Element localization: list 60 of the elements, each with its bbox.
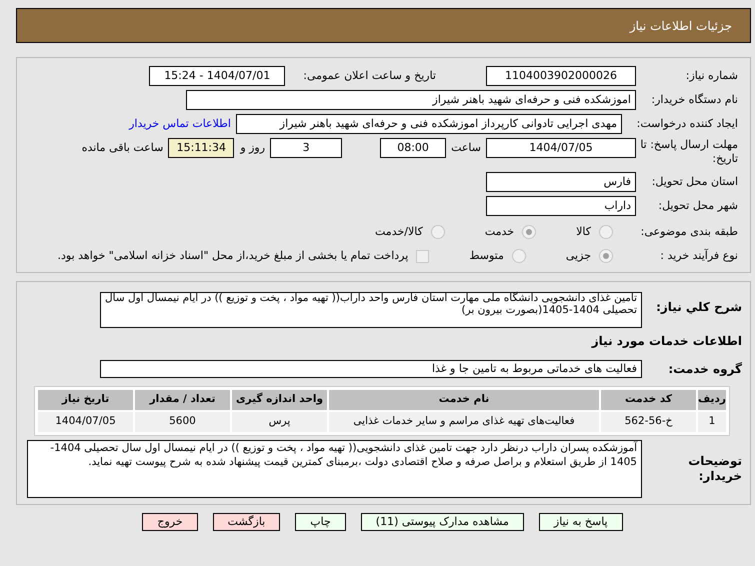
field-label: کالا/خدمت — [375, 224, 423, 240]
radio-button[interactable] — [522, 225, 536, 239]
column-header: کد خدمت — [601, 390, 696, 410]
field-label: استان محل تحویل: — [650, 174, 738, 190]
field-label: جزیی — [566, 248, 591, 264]
table-cell: فعالیت‌های تهیه غذای مراسم و سایر خدمات غذایی — [329, 412, 599, 432]
field-label: نام دستگاه خریدار: — [650, 92, 738, 108]
radio-button[interactable] — [599, 249, 613, 263]
announce-date-field: 1404/07/01 - 15:24 — [149, 66, 286, 86]
field-label: روز و — [240, 140, 266, 156]
buyer-notes-textarea[interactable]: آموزشکده پسران داراب درنظر دارد جهت تامین غذای دانشجویی(( تهیه مواد ، پخت و توزیع )) در ایام نیمسال اول سال تحصیلی 1404-1405 از طریق استعلام و براصل صرفه و صلاح اقتصادی دولت ،برمبنای کمترین قیمت پیشنهاد شده به شرح پیوست تهیه نماید. — [27, 440, 642, 498]
radio-button[interactable] — [430, 225, 445, 239]
table-cell: 1 — [698, 412, 726, 432]
field-label: مهلت ارسال پاسخ: تا تاریخ: — [639, 138, 738, 166]
field-label: شماره نیاز: — [684, 68, 738, 84]
deadline-time-field: 08:00 — [380, 138, 446, 158]
buyer-contact-link[interactable]: اطلاعات تماس خریدار — [129, 116, 231, 132]
remaining-time-field: 15:11:34 — [168, 138, 234, 158]
action-button[interactable]: پاسخ به نیاز — [538, 513, 623, 531]
checkbox[interactable] — [416, 250, 430, 262]
field-label: شرح کلي نياز: — [655, 299, 742, 316]
buyer-org-field: اموزشکده فنی و حرفه‌ای شهید باهنر شیراز — [186, 90, 636, 110]
field-label: ایجاد کننده درخواست: — [636, 116, 738, 132]
field-label: طبقه بندی موضوعی: — [640, 224, 738, 240]
action-button[interactable]: مشاهده مدارک پیوستی (11) — [360, 513, 524, 531]
radio-button[interactable] — [512, 249, 526, 263]
column-header: تعداد / مقدار — [135, 390, 230, 410]
field-label: خدمت — [484, 224, 514, 240]
action-button[interactable]: چاپ — [295, 513, 346, 531]
field-label: شهر محل تحویل: — [657, 198, 738, 214]
action-button[interactable]: بازگشت — [212, 513, 280, 531]
field-label: ساعت — [451, 140, 481, 156]
field-label: متوسط — [469, 248, 504, 264]
field-label: گروه خدمت: — [667, 361, 742, 378]
radio-button[interactable] — [599, 225, 613, 239]
column-header: واحد اندازه گیری — [232, 390, 327, 410]
table-cell: پرس — [232, 412, 327, 432]
field-label: تاریخ و ساعت اعلان عمومی: — [303, 68, 436, 84]
field-label: توضیحات خریدار: — [687, 454, 742, 484]
field-label: ساعت باقی مانده — [82, 140, 164, 156]
section-heading: اطلاعات خدمات مورد نیاز — [592, 333, 742, 350]
table-cell: 5600 — [135, 412, 230, 432]
column-header: ردیف — [698, 390, 726, 410]
service-group-field: فعالیت های خدماتی مربوط به تامین جا و غذا — [100, 360, 642, 378]
column-header: تاریخ نیاز — [38, 390, 133, 410]
field-label: پرداخت تمام یا بخشی از مبلغ خرید،از محل "اسناد خزانه اسلامی" خواهد بود. — [58, 248, 408, 264]
summary-textarea[interactable]: تامین غذای دانشجویی دانشگاه ملی مهارت استان فارس واحد داراب(( تهیه مواد ، پخت و توزیع )) در ایام نیمسال اول سال تحصیلی 1404-1405(بصورت بیرون بر) — [100, 292, 642, 328]
field-label: کالا — [576, 224, 591, 240]
province-field: فارس — [486, 172, 636, 192]
city-field: داراب — [486, 196, 636, 216]
requester-field: مهدی اجرایی تادوانی کارپرداز اموزشکده فنی و حرفه‌ای شهید باهنر شیراز — [236, 114, 622, 134]
field-label: نوع فرآیند خرید : — [659, 248, 738, 264]
column-header: نام خدمت — [329, 390, 599, 410]
page-header: جزئیات اطلاعات نیاز — [16, 8, 751, 43]
deadline-date-field: 1404/07/05 — [486, 138, 636, 158]
action-button[interactable]: خروج — [142, 513, 198, 531]
table-cell: 1404/07/05 — [38, 412, 133, 432]
need-number-field: 1104003902000026 — [486, 66, 636, 86]
table-cell: خ-56-562 — [601, 412, 696, 432]
days-field: 3 — [270, 138, 342, 158]
